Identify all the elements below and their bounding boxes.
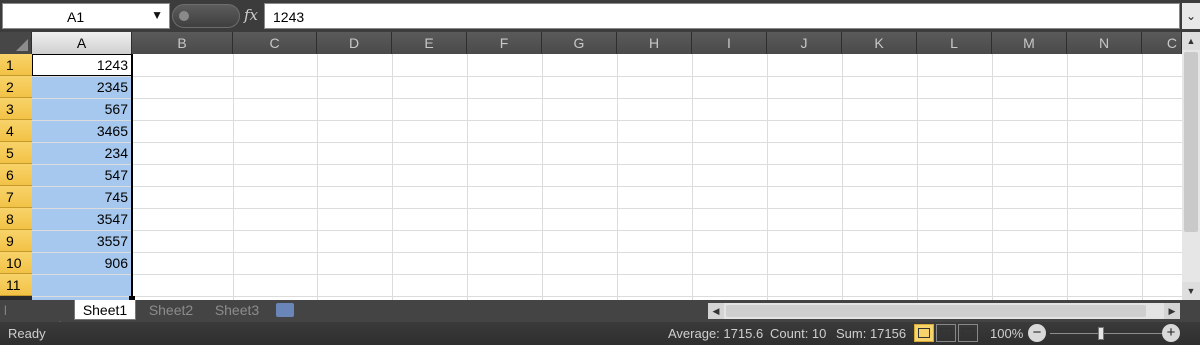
row-header[interactable]: 4: [0, 120, 32, 142]
row-header[interactable]: 3: [0, 98, 32, 120]
insert-worksheet-icon[interactable]: [276, 303, 294, 317]
gridline: [1067, 54, 1068, 300]
column-header-a[interactable]: A: [32, 32, 132, 54]
row-header[interactable]: 10: [0, 252, 32, 274]
column-header-f[interactable]: F: [467, 32, 542, 54]
tab-sheet2[interactable]: Sheet2: [140, 300, 202, 320]
gridline: [842, 54, 843, 300]
scroll-down-icon[interactable]: ▼: [1182, 282, 1200, 300]
status-sum: Sum: 17156: [836, 326, 907, 341]
normal-view-icon: [918, 328, 930, 338]
status-count: Count: 10: [770, 326, 827, 341]
row-header[interactable]: 11: [0, 274, 32, 296]
gridline: [233, 54, 234, 300]
zoom-slider[interactable]: [1050, 327, 1162, 340]
page-layout-button[interactable]: [936, 324, 956, 342]
gridline: [32, 208, 1182, 209]
gridline: [992, 54, 993, 300]
insert-function-icon[interactable]: fx: [244, 6, 258, 24]
page-layout-icon: [940, 328, 952, 338]
horizontal-scrollbar[interactable]: ◀ ▶: [708, 303, 1180, 319]
column-header-b[interactable]: B: [132, 32, 233, 54]
select-all-button[interactable]: [0, 32, 32, 54]
gridline: [617, 54, 618, 300]
page-break-icon: [962, 328, 974, 338]
column-header-j[interactable]: J: [767, 32, 842, 54]
row-header[interactable]: 6: [0, 164, 32, 186]
name-box-value: A1: [67, 9, 85, 25]
status-ready: Ready: [8, 326, 46, 341]
row-header[interactable]: 2: [0, 76, 32, 98]
formula-bar: A1 ▼ fx 1243 ⌄: [0, 0, 1200, 32]
worksheet-grid[interactable]: 1243 2345 567 3465 234 547 745 3547 3557…: [32, 54, 1182, 300]
column-header-c[interactable]: C: [233, 32, 317, 54]
sheet-tab-bar: |◀◀▶▶| Sheet1 Sheet2 Sheet3 ◀ ▶: [0, 300, 1200, 332]
vertical-scroll-thumb[interactable]: [1184, 52, 1198, 232]
status-average: Average: 1715.6: [668, 326, 764, 341]
row-header[interactable]: 8: [0, 208, 32, 230]
row-header[interactable]: 1: [0, 54, 32, 76]
gridline: [1142, 54, 1143, 300]
gridline: [32, 98, 1182, 99]
name-box[interactable]: A1 ▼: [2, 3, 170, 29]
gridline: [32, 76, 1182, 77]
gridline: [542, 54, 543, 300]
scroll-up-icon[interactable]: ▲: [1182, 32, 1200, 50]
gridline: [32, 230, 1182, 231]
column-header-partial[interactable]: C: [1142, 32, 1182, 54]
gridline: [32, 296, 1182, 297]
tab-sheet1[interactable]: Sheet1: [74, 300, 136, 320]
expand-formula-bar-icon[interactable]: ⌄: [1182, 3, 1200, 29]
gridline: [32, 252, 1182, 253]
gridline: [32, 274, 1182, 275]
row-header[interactable]: 9: [0, 230, 32, 252]
column-header-g[interactable]: G: [542, 32, 617, 54]
gridline: [692, 54, 693, 300]
status-bar: Ready Average: 1715.6 Count: 10 Sum: 171…: [0, 322, 1200, 345]
zoom-level[interactable]: 100%: [990, 326, 1023, 341]
chevron-down-icon[interactable]: ▼: [151, 8, 163, 22]
column-header-k[interactable]: K: [842, 32, 917, 54]
gridline: [392, 54, 393, 300]
column-header-e[interactable]: E: [392, 32, 467, 54]
plus-icon[interactable]: +: [1162, 324, 1180, 342]
gridline: [317, 54, 318, 300]
gridline: [32, 120, 1182, 121]
selection-border: [32, 54, 133, 300]
formula-bar-buttons[interactable]: [172, 4, 240, 28]
scroll-left-icon[interactable]: ◀: [708, 303, 724, 319]
gridline: [767, 54, 768, 300]
tab-sheet3[interactable]: Sheet3: [206, 300, 268, 320]
row-header[interactable]: 5: [0, 142, 32, 164]
select-all-icon: [16, 39, 28, 51]
gridline: [917, 54, 918, 300]
gridline: [32, 164, 1182, 165]
formula-input[interactable]: 1243: [264, 3, 1180, 29]
sheet-nav-icon[interactable]: |◀◀▶▶|: [4, 303, 70, 332]
scroll-right-icon[interactable]: ▶: [1164, 303, 1180, 319]
horizontal-scroll-thumb[interactable]: [726, 305, 1146, 317]
page-break-preview-button[interactable]: [958, 324, 978, 342]
column-header-m[interactable]: M: [992, 32, 1067, 54]
column-header-d[interactable]: D: [317, 32, 392, 54]
column-header-n[interactable]: N: [1067, 32, 1142, 54]
column-header-i[interactable]: I: [692, 32, 767, 54]
normal-view-button[interactable]: [914, 324, 934, 342]
column-header-h[interactable]: H: [617, 32, 692, 54]
vertical-scrollbar[interactable]: ▲ ▼: [1182, 32, 1200, 300]
cancel-dot-icon[interactable]: [179, 11, 189, 21]
column-header-l[interactable]: L: [917, 32, 992, 54]
gridline: [467, 54, 468, 300]
gridline: [32, 142, 1182, 143]
row-header[interactable]: 7: [0, 186, 32, 208]
zoom-slider-knob[interactable]: [1098, 327, 1104, 340]
gridline: [32, 186, 1182, 187]
minus-icon[interactable]: −: [1028, 324, 1046, 342]
